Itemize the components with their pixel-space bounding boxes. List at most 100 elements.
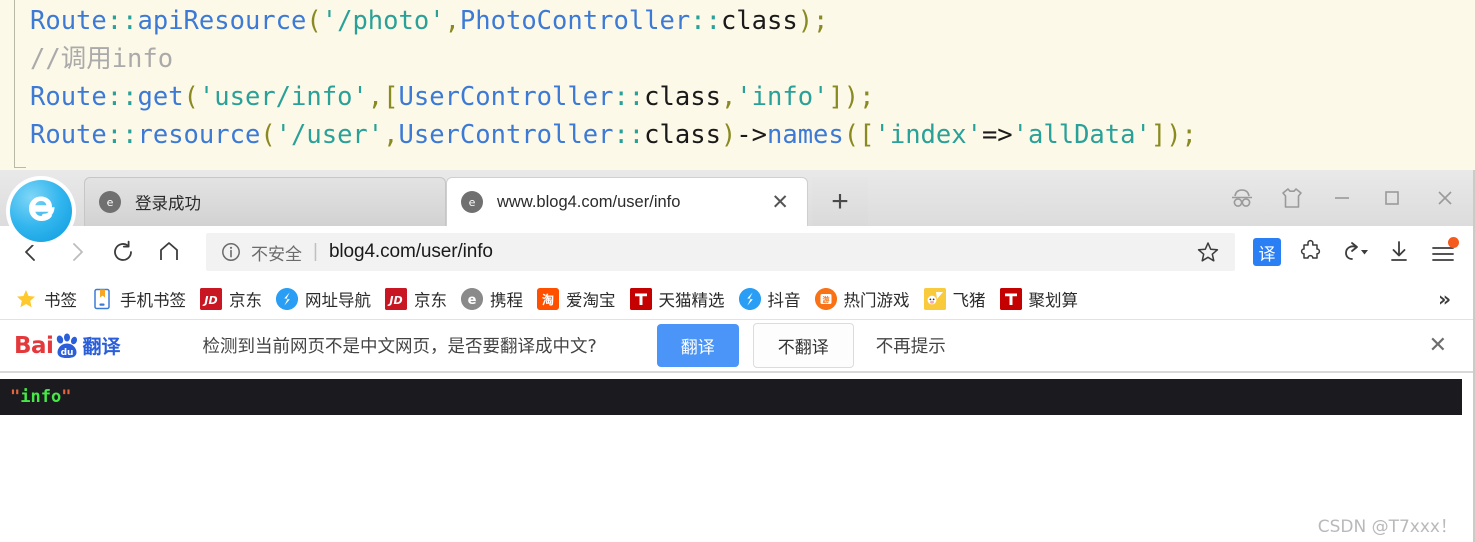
baidu-logo-bai: Bai (14, 332, 54, 359)
bookmark-label: 热门游戏 (843, 291, 910, 310)
reload-button[interactable] (102, 231, 144, 273)
phone-bookmark-icon (91, 288, 113, 310)
bookmark-label: 爱淘宝 (566, 291, 616, 310)
tmall-icon (629, 287, 652, 310)
bookmark-item[interactable]: 手机书签 (84, 283, 193, 315)
bookmark-label: 手机书签 (120, 291, 186, 310)
juhuasuan-icon (999, 287, 1022, 310)
browser-toolbar: 不安全 | blog4.com/user/info 译 (0, 226, 1473, 278)
menu-button[interactable] (1422, 231, 1464, 273)
svg-text:e: e (107, 196, 114, 209)
navigation-icon (276, 287, 298, 310)
editor-gutter-corner (14, 167, 26, 168)
close-window-button[interactable] (1417, 170, 1473, 226)
code-line: Route::apiResource('/photo',PhotoControl… (30, 2, 1197, 40)
code-token: //调用info (30, 44, 174, 74)
bookmark-item[interactable]: 书签 (8, 283, 84, 315)
notification-close-icon[interactable]: ✕ (1411, 333, 1465, 358)
translate-confirm-button[interactable]: 翻译 (656, 324, 739, 367)
browser-e-glyph (29, 196, 55, 221)
svg-text:e: e (468, 293, 477, 308)
tab-active[interactable]: e www.blog4.com/user/info ✕ (446, 177, 808, 226)
bookmark-item[interactable]: JD 京东 (378, 283, 454, 315)
code-token: ( (183, 82, 199, 112)
code-token: 'index' (874, 120, 982, 150)
tab-close-icon[interactable]: ✕ (767, 191, 793, 213)
baidu-translate-logo: Bai du 翻译 (14, 332, 120, 359)
jd-icon: JD (200, 287, 222, 310)
code-token: :: (106, 120, 138, 150)
tab-favicon-icon: e (461, 191, 483, 213)
svg-text:JD: JD (202, 294, 217, 307)
code-token: -> (736, 120, 767, 150)
bookmark-label: 抖音 (767, 291, 801, 310)
screenshot-root: Route::apiResource('/photo',PhotoControl… (0, 0, 1475, 542)
never-translate-link[interactable]: 不再提示 (876, 333, 946, 358)
bookmark-item[interactable]: 游 热门游戏 (808, 283, 917, 315)
bookmark-item[interactable]: JD 京东 (193, 283, 269, 315)
home-button[interactable] (148, 231, 190, 273)
incognito-icon[interactable] (1217, 170, 1267, 226)
bookmark-item[interactable]: 聚划算 (993, 283, 1086, 315)
extensions-button[interactable] (1290, 231, 1332, 273)
editor-gutter-line (14, 0, 15, 168)
bookmark-item[interactable]: 飞猪 (917, 283, 993, 315)
address-bar[interactable]: 不安全 | blog4.com/user/info (206, 233, 1235, 271)
code-token: class (644, 120, 721, 150)
bookmark-label: 飞猪 (952, 291, 986, 310)
douyin-icon (738, 287, 761, 310)
bookmark-item[interactable]: 抖音 (732, 283, 808, 315)
bookmarks-overflow-button[interactable]: » (1424, 287, 1465, 311)
code-token: ( (260, 120, 276, 150)
code-line: Route::resource('/user',UserController::… (30, 116, 1197, 154)
code-token: :: (613, 82, 645, 112)
code-token: :: (613, 120, 645, 150)
tab-strip: e 登录成功 e www.blog4.com/user/info ✕ + (0, 170, 1473, 246)
site-info-icon[interactable] (220, 241, 242, 263)
bookmark-item[interactable]: 天猫精选 (623, 283, 732, 315)
translate-button[interactable]: 译 (1246, 231, 1288, 273)
code-line: //调用info (30, 40, 1197, 78)
code-token: ]); (828, 82, 875, 112)
code-token: Route (30, 6, 107, 36)
tab-title: 登录成功 (135, 195, 201, 213)
browser-logo-icon (10, 180, 72, 242)
code-token: get (137, 82, 184, 112)
bookmark-item[interactable]: 淘爱淘宝 (530, 283, 623, 315)
browser-logo (6, 176, 76, 246)
bookmark-item[interactable]: e 携程 (454, 283, 530, 315)
code-token: ([ (843, 120, 875, 150)
bookmark-label: 书签 (44, 291, 77, 310)
undo-button[interactable] (1334, 231, 1376, 273)
games-icon: 游 (814, 287, 837, 310)
bookmark-label: 网址导航 (305, 291, 371, 310)
translate-decline-button[interactable]: 不翻译 (752, 323, 854, 368)
bookmark-item[interactable]: 网址导航 (269, 283, 378, 315)
code-token: => (981, 120, 1013, 150)
code-token: apiResource (137, 6, 307, 36)
bookmark-label: 携程 (490, 291, 523, 310)
code-token: UserController (398, 120, 614, 150)
code-token: ); (797, 6, 829, 36)
skin-theme-icon[interactable] (1267, 170, 1317, 226)
code-content[interactable]: Route::apiResource('/photo',PhotoControl… (30, 2, 1197, 154)
jd-icon: JD (385, 287, 407, 310)
minimize-button[interactable] (1317, 170, 1367, 226)
code-token: PhotoController (459, 6, 691, 36)
code-token: '/user' (275, 120, 384, 150)
maximize-button[interactable] (1367, 170, 1417, 226)
bookmark-star-icon[interactable] (1187, 233, 1229, 271)
bookmark-label: 京东 (229, 291, 262, 310)
new-tab-button[interactable]: + (812, 177, 868, 226)
url-text[interactable]: blog4.com/user/info (329, 241, 493, 263)
downloads-button[interactable] (1378, 231, 1420, 273)
omnibox-separator: | (313, 241, 318, 262)
tab-inactive[interactable]: e 登录成功 (84, 177, 446, 226)
window-controls (1217, 170, 1473, 226)
taobao-icon: 淘 (537, 287, 559, 310)
code-token: class (644, 82, 721, 112)
json-string-value: info (20, 387, 62, 407)
ctrip-icon: e (461, 287, 483, 310)
svg-text:JD: JD (387, 294, 402, 307)
bookmark-label: 京东 (414, 291, 447, 310)
